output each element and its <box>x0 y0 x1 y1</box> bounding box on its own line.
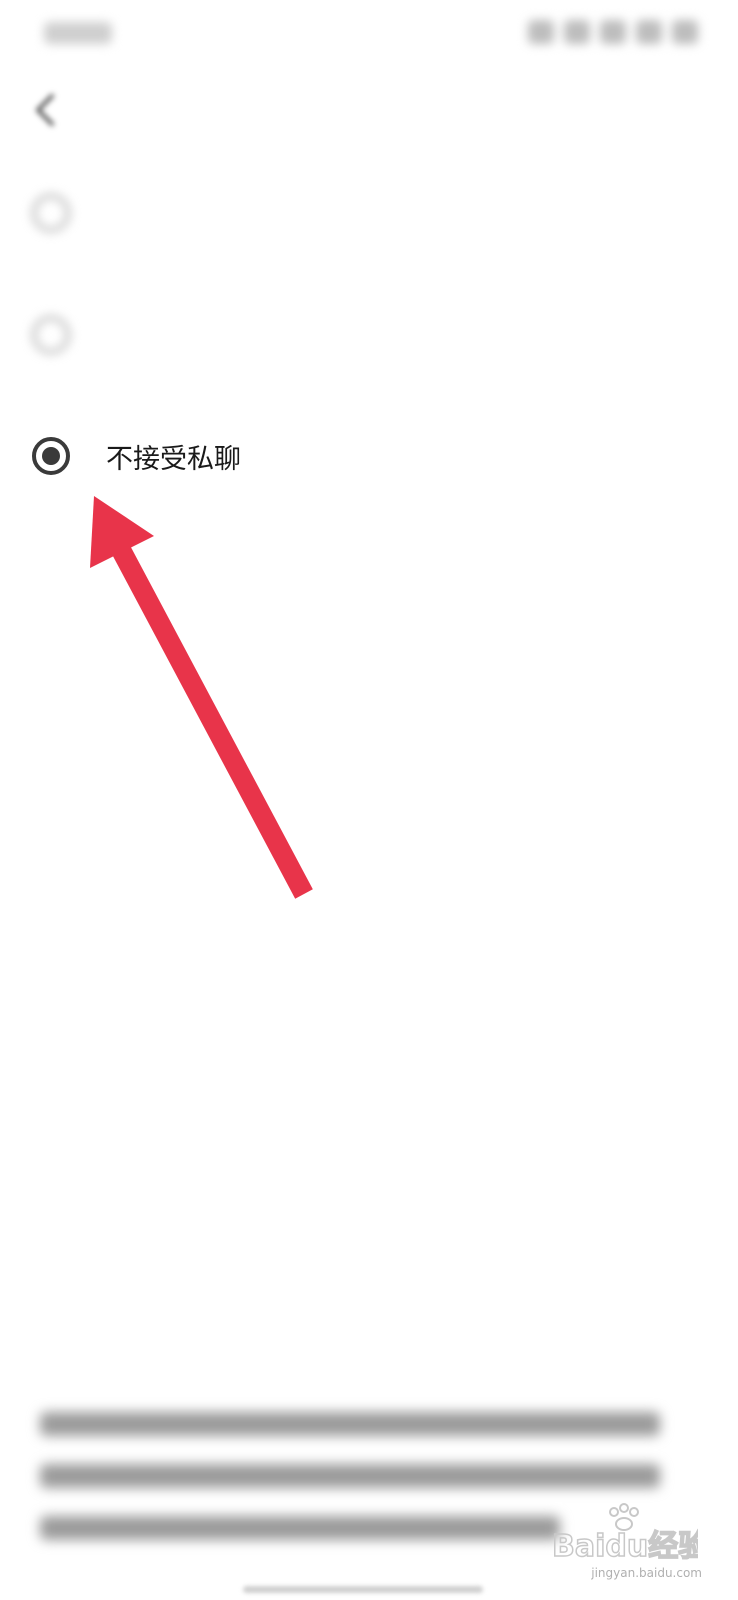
radio-dot <box>42 447 60 465</box>
option-no-private-chat[interactable]: 不接受私聊 <box>0 406 738 506</box>
option-label: 不接受私聊 <box>106 443 241 475</box>
battery-icon <box>672 20 698 44</box>
wifi-icon <box>600 20 626 44</box>
alarm-icon <box>528 20 554 44</box>
signal-icon <box>636 20 662 44</box>
status-time <box>44 22 112 44</box>
arrow-shaft <box>111 543 313 899</box>
option-allow-all[interactable] <box>0 163 738 263</box>
home-indicator[interactable] <box>243 1586 483 1593</box>
radio-button[interactable] <box>32 194 70 232</box>
radio-button-checked[interactable] <box>32 437 70 475</box>
status-bar <box>0 0 738 70</box>
status-icons <box>528 20 698 44</box>
vibrate-icon <box>564 20 590 44</box>
option-following-only[interactable] <box>0 285 738 385</box>
header <box>0 70 738 150</box>
baidu-watermark: Baidu经验 <box>548 1498 709 1568</box>
arrow-head <box>90 496 154 568</box>
watermark-url: jingyan.baidu.com <box>591 1566 702 1580</box>
watermark-brand: Baidu经验 <box>552 1529 698 1564</box>
note-line <box>40 1398 678 1450</box>
chevron-left-icon[interactable] <box>30 90 60 130</box>
radio-button[interactable] <box>32 316 70 354</box>
note-line <box>40 1450 678 1502</box>
